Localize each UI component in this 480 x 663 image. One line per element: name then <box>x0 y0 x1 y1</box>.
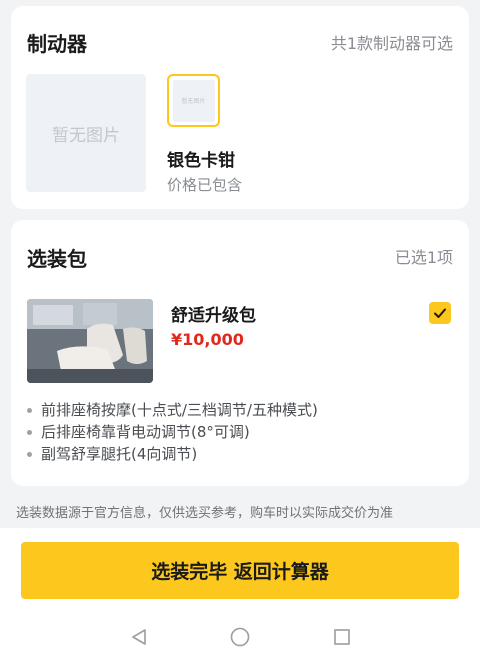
thumbnail-placeholder: 暂无图片 <box>172 79 215 122</box>
package-price: ¥10,000 <box>171 330 244 349</box>
brake-section-title: 制动器 <box>27 32 87 56</box>
disclaimer-text: 选装数据源于官方信息，仅供选买参考，购车时以实际成交价为准 <box>16 506 394 521</box>
placeholder-text: 暂无图片 <box>52 125 120 146</box>
package-card: 选装包 已选1项 舒适升级包 ¥10,000 前排座椅按摩(十点式/三档调节/五… <box>11 220 469 486</box>
nav-recents-button[interactable] <box>330 625 354 649</box>
nav-back-button[interactable] <box>127 625 151 649</box>
bullet-icon <box>27 451 32 457</box>
brake-option-note: 价格已包含 <box>167 176 243 194</box>
package-name: 舒适升级包 <box>171 306 256 326</box>
brake-card: 制动器 共1款制动器可选 暂无图片 暂无图片 银色卡钳 价格已包含 <box>11 6 469 209</box>
brake-option-name: 银色卡钳 <box>167 151 235 171</box>
package-checkbox[interactable] <box>429 302 451 324</box>
nav-home-button[interactable] <box>228 625 252 649</box>
system-navigation-bar <box>0 620 480 663</box>
feature-text: 副驾舒享腿托(4向调节) <box>41 445 198 463</box>
package-image <box>27 299 153 383</box>
nav-home-icon <box>230 627 250 647</box>
package-selected-count: 已选1项 <box>394 248 453 267</box>
brake-count-text: 共1款制动器可选 <box>330 34 453 53</box>
nav-recents-icon <box>334 629 350 645</box>
nav-back-icon <box>132 629 146 645</box>
feature-item: 前排座椅按摩(十点式/三档调节/五种模式) <box>27 399 318 421</box>
feature-item: 后排座椅靠背电动调节(8°可调) <box>27 421 318 443</box>
package-feature-list: 前排座椅按摩(十点式/三档调节/五种模式) 后排座椅靠背电动调节(8°可调) 副… <box>27 399 318 465</box>
package-section-title: 选装包 <box>27 247 87 271</box>
thumbnail-placeholder-text: 暂无图片 <box>181 98 206 105</box>
brake-image-placeholder: 暂无图片 <box>26 74 146 192</box>
bullet-icon <box>27 407 32 413</box>
check-icon <box>434 308 446 318</box>
feature-item: 副驾舒享腿托(4向调节) <box>27 443 318 465</box>
feature-text: 前排座椅按摩(十点式/三档调节/五种模式) <box>41 401 318 419</box>
bullet-icon <box>27 429 32 435</box>
car-seat-image-icon <box>27 299 153 383</box>
feature-text: 后排座椅靠背电动调节(8°可调) <box>41 423 250 441</box>
brake-option-thumbnail[interactable]: 暂无图片 <box>167 74 220 127</box>
finish-return-button[interactable]: 选装完毕 返回计算器 <box>21 542 459 599</box>
